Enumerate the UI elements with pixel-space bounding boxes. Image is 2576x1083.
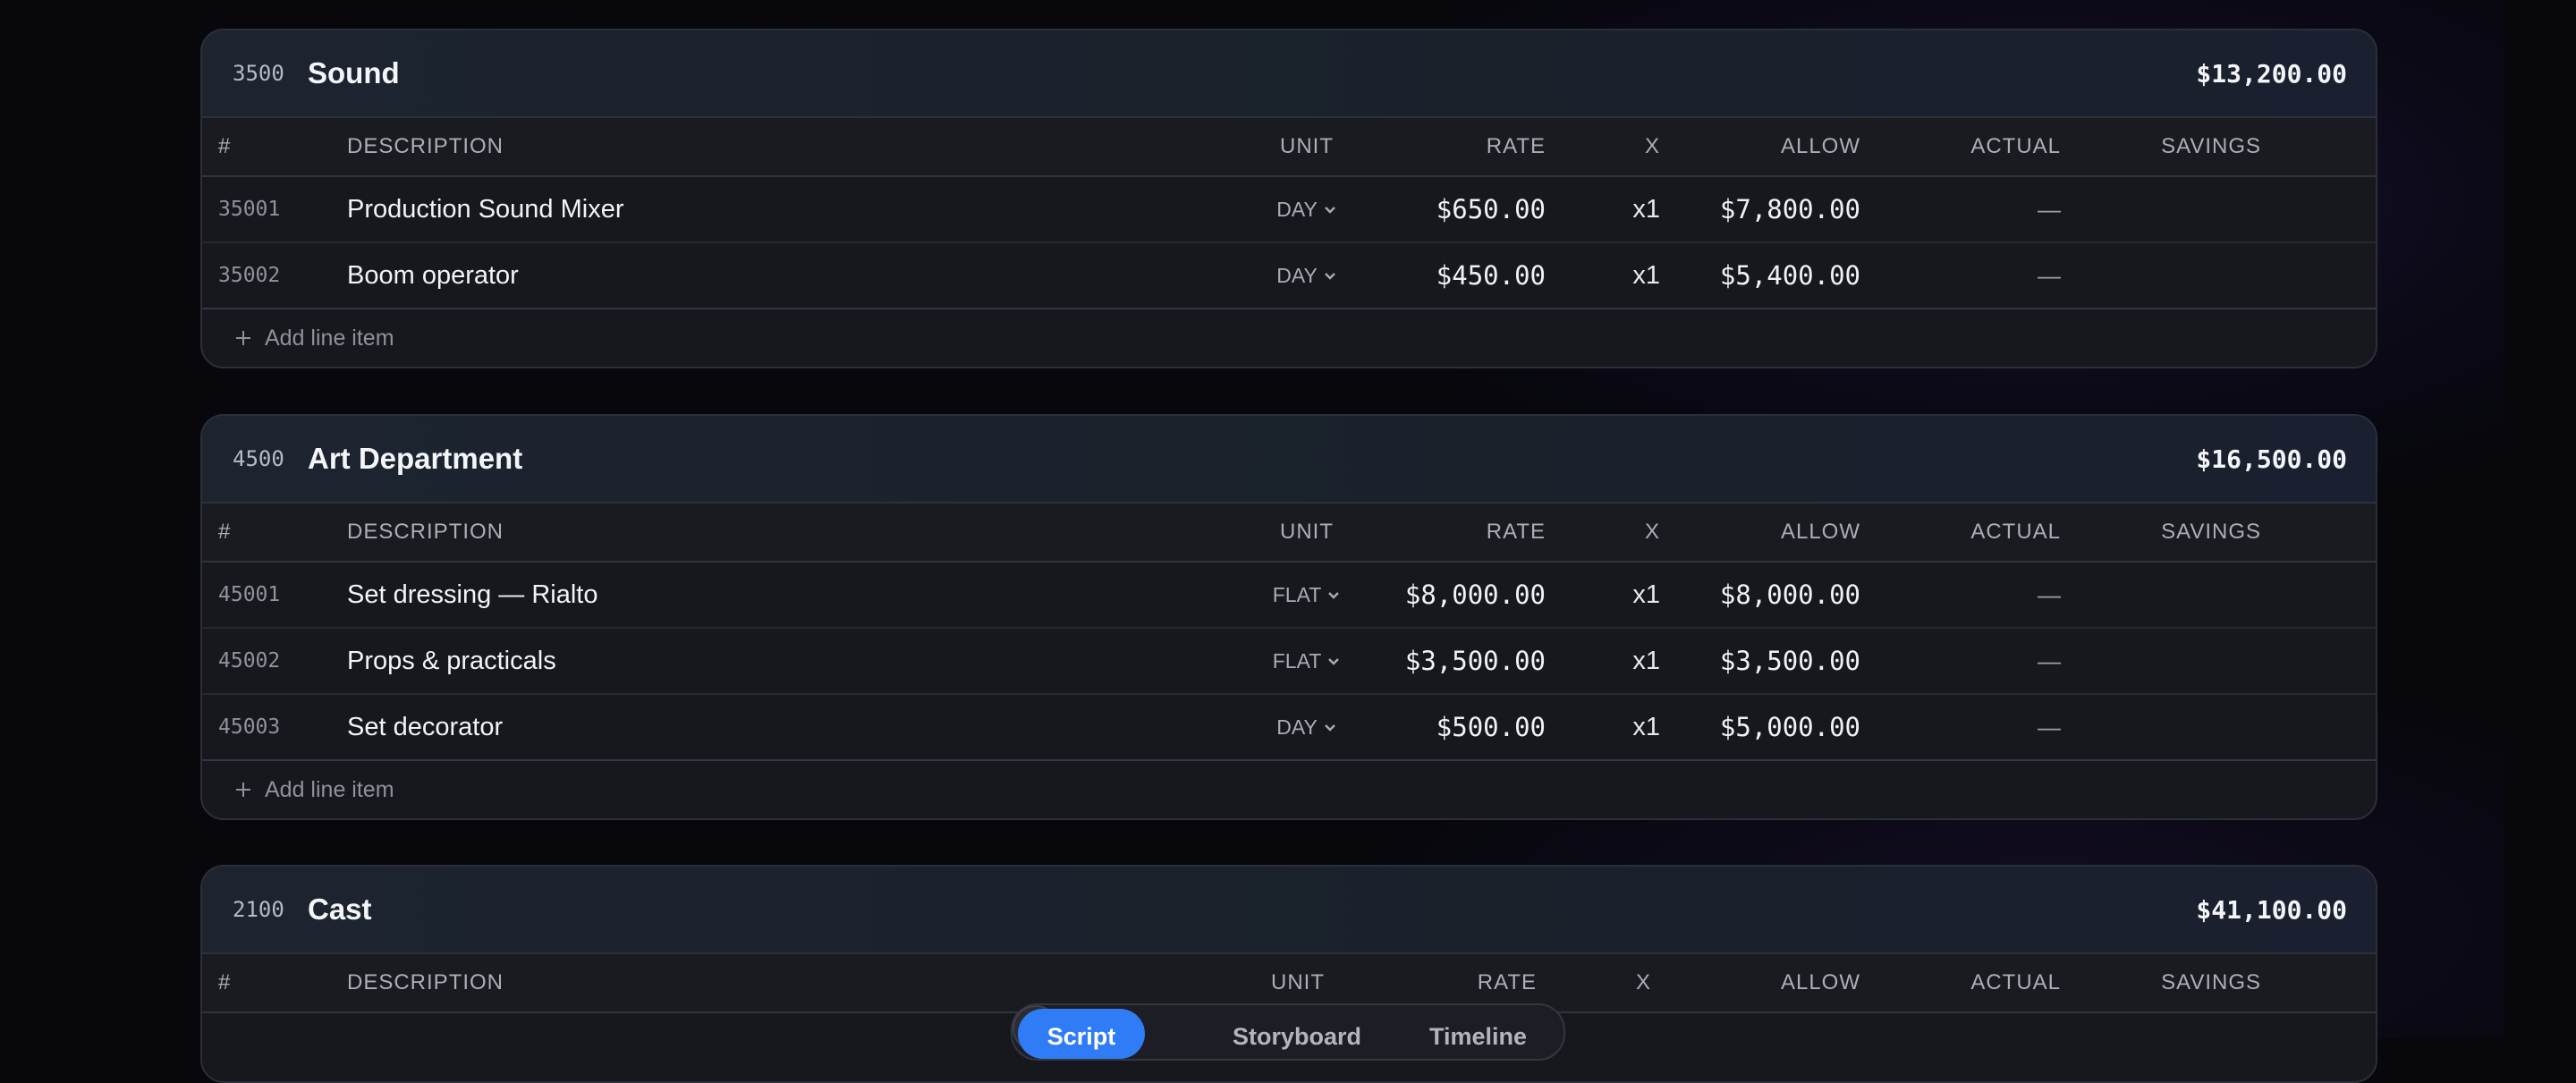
section-total: $16,500.00 (2196, 444, 2347, 474)
col-num: # (218, 970, 232, 994)
allow-value: $8,000.00 (1719, 580, 1860, 610)
rate-value[interactable]: $8,000.00 (1405, 563, 1546, 627)
line-description[interactable]: Production Sound Mixer (347, 177, 624, 241)
col-num: # (218, 520, 232, 544)
col-savings: SAVINGS (2161, 134, 2261, 158)
line-description[interactable]: Props & practicals (347, 629, 556, 693)
chevron-down-icon (1328, 592, 1340, 599)
col-allow: ALLOW (1780, 970, 1860, 994)
table-row[interactable]: 45001 Set dressing — Rialto FLAT $8,000.… (202, 563, 2376, 629)
line-description[interactable]: Set decorator (347, 695, 503, 759)
unit-value: DAY (1276, 197, 1318, 221)
col-savings: SAVINGS (2161, 520, 2261, 544)
timeline-tab-button[interactable]: Timeline (1429, 1009, 1527, 1059)
section-total: $13,200.00 (2196, 58, 2347, 89)
section-code: 4500 (233, 446, 284, 471)
allow-value: $5,400.00 (1719, 260, 1860, 291)
allow-value: $5,000.00 (1719, 712, 1860, 742)
unit-select[interactable]: FLAT (1249, 563, 1365, 627)
actual-value: — (2038, 647, 2061, 674)
storyboard-tab-button[interactable]: Storyboard (1233, 1009, 1361, 1059)
line-number: 35001 (218, 198, 281, 221)
chevron-down-icon (1324, 273, 1335, 280)
unit-select[interactable]: DAY (1249, 177, 1365, 241)
plus-icon (236, 783, 250, 797)
line-description[interactable]: Set dressing — Rialto (347, 563, 597, 627)
section-header[interactable]: 2100 Cast $41,100.00 (202, 867, 2376, 954)
col-rate: RATE (1486, 134, 1546, 158)
line-number: 45003 (218, 715, 281, 739)
multiplier-value[interactable]: x1 (1632, 695, 1660, 759)
allow-value: $3,500.00 (1719, 646, 1860, 676)
multiplier-value[interactable]: x1 (1632, 243, 1660, 308)
chevron-down-icon (1328, 658, 1340, 665)
col-actual: ACTUAL (1970, 970, 2061, 994)
line-number: 35002 (218, 264, 281, 287)
table-row[interactable]: 45002 Props & practicals FLAT $3,500.00 … (202, 629, 2376, 695)
table-row[interactable]: 45003 Set decorator DAY $500.00 x1 $5,00… (202, 695, 2376, 761)
col-description: DESCRIPTION (347, 520, 504, 544)
budget-section-art-department: 4500 Art Department $16,500.00 # DESCRIP… (200, 414, 2377, 820)
col-x: X (1644, 520, 1660, 544)
actual-value: — (2038, 580, 2061, 608)
section-code: 3500 (233, 61, 284, 86)
unit-value: DAY (1276, 263, 1318, 287)
chevron-down-icon (1324, 724, 1335, 732)
plus-icon (236, 331, 250, 345)
add-line-item-button[interactable]: Add line item (202, 309, 2376, 367)
col-rate: RATE (1486, 520, 1546, 544)
column-header-row: # DESCRIPTION UNIT RATE X ALLOW ACTUAL S… (202, 118, 2376, 177)
section-title: Cast (308, 893, 372, 926)
line-description[interactable]: Boom operator (347, 243, 519, 308)
col-x: X (1644, 134, 1660, 158)
unit-select[interactable]: DAY (1249, 243, 1365, 308)
rate-value[interactable]: $450.00 (1436, 243, 1546, 308)
table-row[interactable]: 35002 Boom operator DAY $450.00 x1 $5,40… (202, 243, 2376, 309)
unit-value: FLAT (1272, 582, 1322, 606)
section-total: $41,100.00 (2196, 894, 2347, 925)
unit-value: DAY (1276, 715, 1318, 739)
col-actual: ACTUAL (1970, 520, 2061, 544)
actual-value: — (2038, 713, 2061, 740)
section-code: 2100 (233, 897, 284, 922)
col-savings: SAVINGS (2161, 970, 2261, 994)
table-row[interactable]: 35001 Production Sound Mixer DAY $650.00… (202, 177, 2376, 243)
line-number: 45001 (218, 583, 281, 606)
section-title: Sound (308, 56, 400, 89)
unit-value: FLAT (1272, 648, 1322, 673)
col-unit: UNIT (1280, 520, 1334, 544)
col-description: DESCRIPTION (347, 970, 504, 994)
multiplier-value[interactable]: x1 (1632, 629, 1660, 693)
add-line-item-label: Add line item (265, 325, 394, 351)
col-allow: ALLOW (1780, 134, 1860, 158)
script-tab-button[interactable]: Script (1018, 1009, 1145, 1059)
actual-value: — (2038, 261, 2061, 289)
section-header[interactable]: 4500 Art Department $16,500.00 (202, 416, 2376, 503)
actual-value: — (2038, 195, 2061, 223)
line-number: 45002 (218, 649, 281, 673)
section-header[interactable]: 3500 Sound $13,200.00 (202, 30, 2376, 118)
section-title: Art Department (308, 442, 523, 475)
col-x: X (1635, 970, 1651, 994)
budget-section-sound: 3500 Sound $13,200.00 # DESCRIPTION UNIT… (200, 29, 2377, 368)
multiplier-value[interactable]: x1 (1632, 177, 1660, 241)
column-header-row: # DESCRIPTION UNIT RATE X ALLOW ACTUAL S… (202, 503, 2376, 563)
multiplier-value[interactable]: x1 (1632, 563, 1660, 627)
add-line-item-label: Add line item (265, 776, 394, 802)
rate-value[interactable]: $500.00 (1436, 695, 1546, 759)
rate-value[interactable]: $650.00 (1436, 177, 1546, 241)
view-switcher-bar: Script Storyboard Timeline (1011, 1003, 1565, 1061)
chevron-down-icon (1324, 207, 1335, 214)
unit-select[interactable]: FLAT (1249, 629, 1365, 693)
rate-value[interactable]: $3,500.00 (1405, 629, 1546, 693)
col-num: # (218, 134, 232, 158)
col-unit: UNIT (1280, 134, 1334, 158)
add-line-item-button[interactable]: Add line item (202, 761, 2376, 818)
col-actual: ACTUAL (1970, 134, 2061, 158)
col-description: DESCRIPTION (347, 134, 504, 158)
col-allow: ALLOW (1780, 520, 1860, 544)
unit-select[interactable]: DAY (1249, 695, 1365, 759)
allow-value: $7,800.00 (1719, 194, 1860, 224)
